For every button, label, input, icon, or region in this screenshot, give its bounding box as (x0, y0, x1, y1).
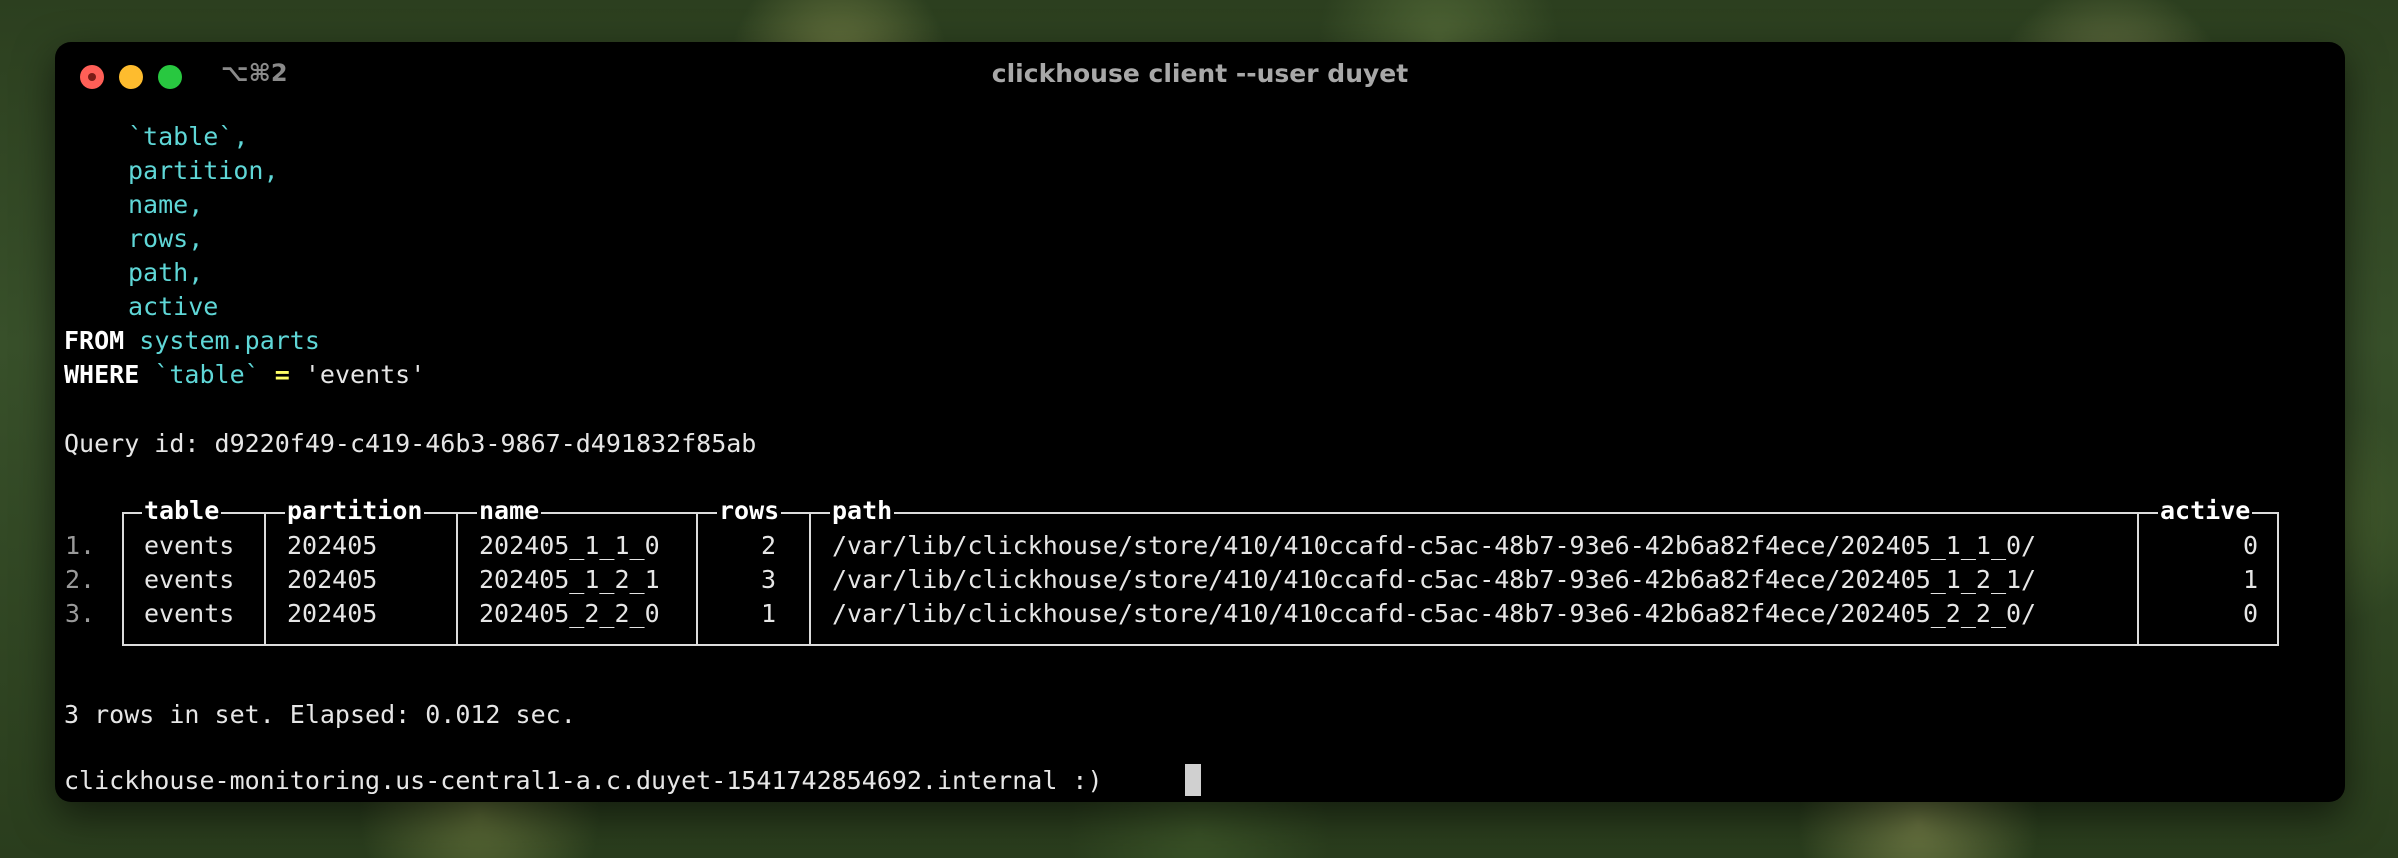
where-column: `table` (154, 360, 260, 389)
table-cell: 1 (2243, 565, 2259, 594)
table-cell: events (144, 565, 235, 594)
table-cell: events (144, 531, 235, 560)
query-id-line: Query id: d9220f49-c419-46b3-9867-d49183… (64, 429, 757, 458)
table-cell: 2 (761, 531, 777, 560)
where-clause: WHERE `table` = 'events' (64, 358, 425, 392)
column-header-name: name (477, 494, 542, 528)
row-number: 1. (65, 531, 96, 560)
column-header-table: table (142, 494, 222, 528)
table-cell: /var/lib/clickhouse/store/410/410ccafd-c… (832, 565, 2037, 594)
table-cell: 202405 (287, 565, 378, 594)
text-cursor[interactable] (1185, 764, 1201, 796)
terminal-window: ⌥⌘2 clickhouse client --user duyet `tabl… (55, 42, 2345, 802)
column-header-path: path (830, 494, 895, 528)
column-divider (456, 512, 458, 646)
table-cell: 202405_1_1_0 (479, 531, 660, 560)
column-divider (809, 512, 811, 646)
row-number: 2. (65, 565, 96, 594)
table-cell: 3 (761, 565, 777, 594)
table-cell: /var/lib/clickhouse/store/410/410ccafd-c… (832, 531, 2037, 560)
from-keyword: FROM (64, 326, 125, 355)
table-cell: 0 (2243, 531, 2259, 560)
table-cell: 202405 (287, 531, 378, 560)
from-clause: FROM system.parts (64, 324, 320, 358)
table-cell: events (144, 599, 235, 628)
table-cell: 202405_1_2_1 (479, 565, 660, 594)
table-cell: 0 (2243, 599, 2259, 628)
select-item: `table`, (128, 122, 249, 151)
terminal-output[interactable]: `table`, partition, name, rows, path, ac… (55, 42, 2345, 802)
table-cell: 202405 (287, 599, 378, 628)
column-divider (264, 512, 266, 646)
column-divider (2137, 512, 2139, 646)
table-cell: 202405_2_2_0 (479, 599, 660, 628)
column-divider (696, 512, 698, 646)
column-header-rows: rows (717, 494, 782, 528)
select-item: rows, (128, 224, 204, 253)
where-keyword: WHERE (64, 360, 140, 389)
from-target: system.parts (139, 326, 320, 355)
select-item: active (128, 292, 219, 321)
table-cell: /var/lib/clickhouse/store/410/410ccafd-c… (832, 599, 2037, 628)
select-item: path, (128, 258, 204, 287)
summary-line: 3 rows in set. Elapsed: 0.012 sec. (64, 700, 576, 729)
select-item: name, (128, 190, 204, 219)
where-operator: = (274, 360, 290, 389)
where-value: 'events' (304, 360, 426, 389)
shell-prompt: clickhouse-monitoring.us-central1-a.c.du… (64, 766, 1103, 795)
table-cell: 1 (761, 599, 777, 628)
column-header-partition: partition (285, 494, 425, 528)
select-item: partition, (128, 156, 279, 185)
row-number: 3. (65, 599, 96, 628)
column-header-active: active (2158, 494, 2253, 528)
